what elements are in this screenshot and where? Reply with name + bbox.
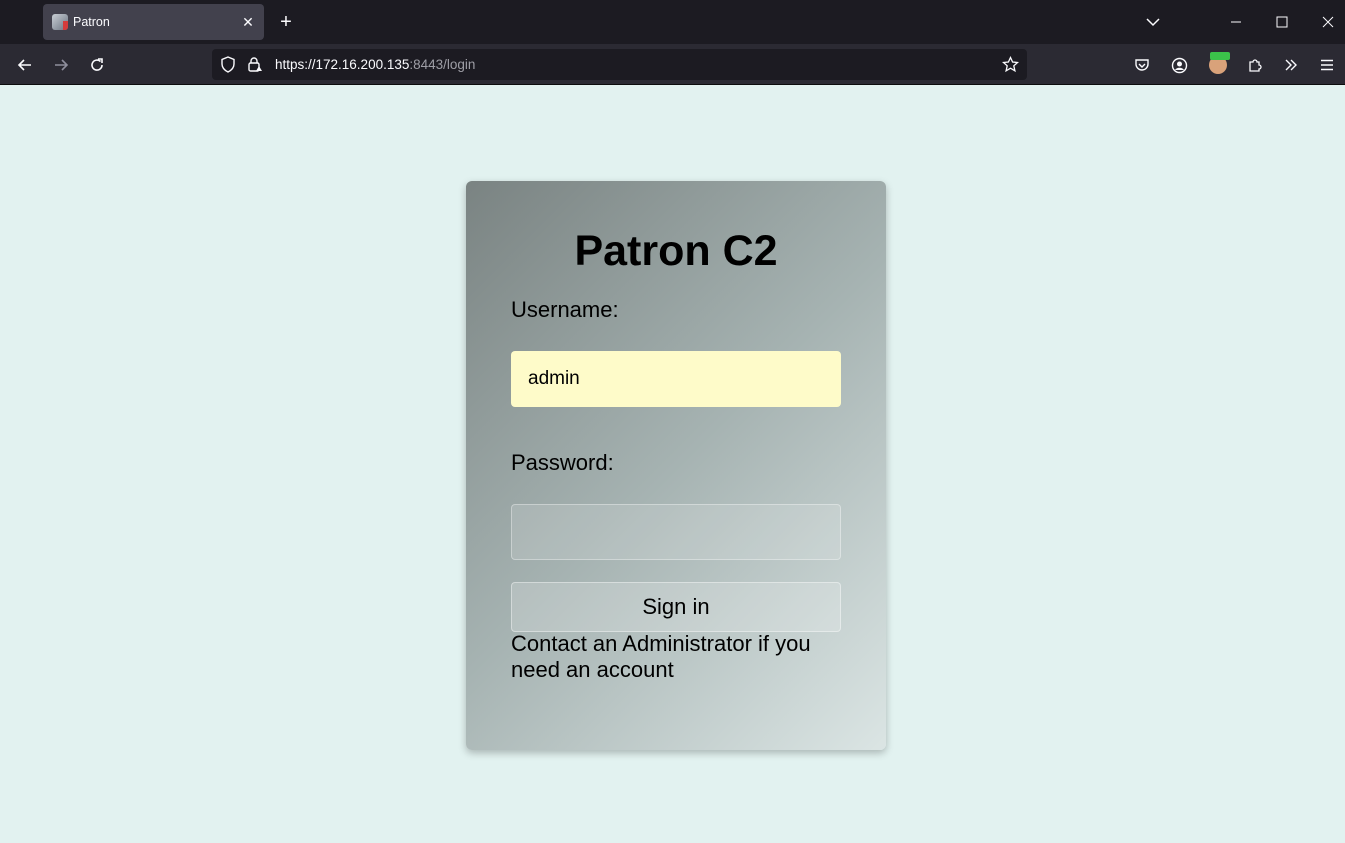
tab-list-icon[interactable] <box>1139 8 1167 36</box>
overflow-icon[interactable] <box>1276 50 1306 80</box>
back-icon[interactable] <box>10 50 40 80</box>
minimize-icon[interactable] <box>1222 8 1250 36</box>
shield-icon[interactable] <box>220 56 236 78</box>
reload-icon[interactable] <box>82 50 112 80</box>
window-close-icon[interactable] <box>1314 8 1342 36</box>
maximize-icon[interactable] <box>1268 8 1296 36</box>
forward-icon[interactable] <box>46 50 76 80</box>
account-icon[interactable] <box>1164 50 1194 80</box>
browser-tab[interactable]: Patron ✕ <box>43 4 264 40</box>
menu-icon[interactable] <box>1312 50 1342 80</box>
password-input[interactable] <box>511 504 841 560</box>
lock-icon[interactable] <box>247 56 263 78</box>
extension-avatar-icon[interactable] <box>1203 50 1233 80</box>
sign-in-button[interactable]: Sign in <box>511 582 841 632</box>
password-label: Password: <box>511 450 614 475</box>
star-icon[interactable] <box>1001 55 1020 78</box>
new-tab-icon[interactable]: + <box>274 10 298 34</box>
page-title: Patron C2 <box>574 227 778 275</box>
username-label: Username: <box>511 297 619 322</box>
login-card: Patron C2 Username: Password: Sign in Co… <box>466 181 886 750</box>
url-path: :8443/login <box>409 57 476 72</box>
pocket-icon[interactable] <box>1127 50 1157 80</box>
tab-favicon <box>52 14 68 30</box>
tab-strip: Patron ✕ + <box>0 0 1345 44</box>
contact-admin-text: Contact an Administrator if you need an … <box>511 631 811 682</box>
extension-icon[interactable] <box>1240 50 1270 80</box>
url-host: https://172.16.200.135 <box>275 57 410 72</box>
navigation-toolbar: https://172.16.200.135:8443/login <box>0 44 1345 85</box>
address-bar[interactable]: https://172.16.200.135:8443/login <box>212 49 1027 80</box>
username-input[interactable] <box>511 351 841 407</box>
url-text[interactable]: https://172.16.200.135:8443/login <box>275 57 475 72</box>
close-icon[interactable]: ✕ <box>236 10 260 34</box>
tab-title: Patron <box>73 15 110 29</box>
